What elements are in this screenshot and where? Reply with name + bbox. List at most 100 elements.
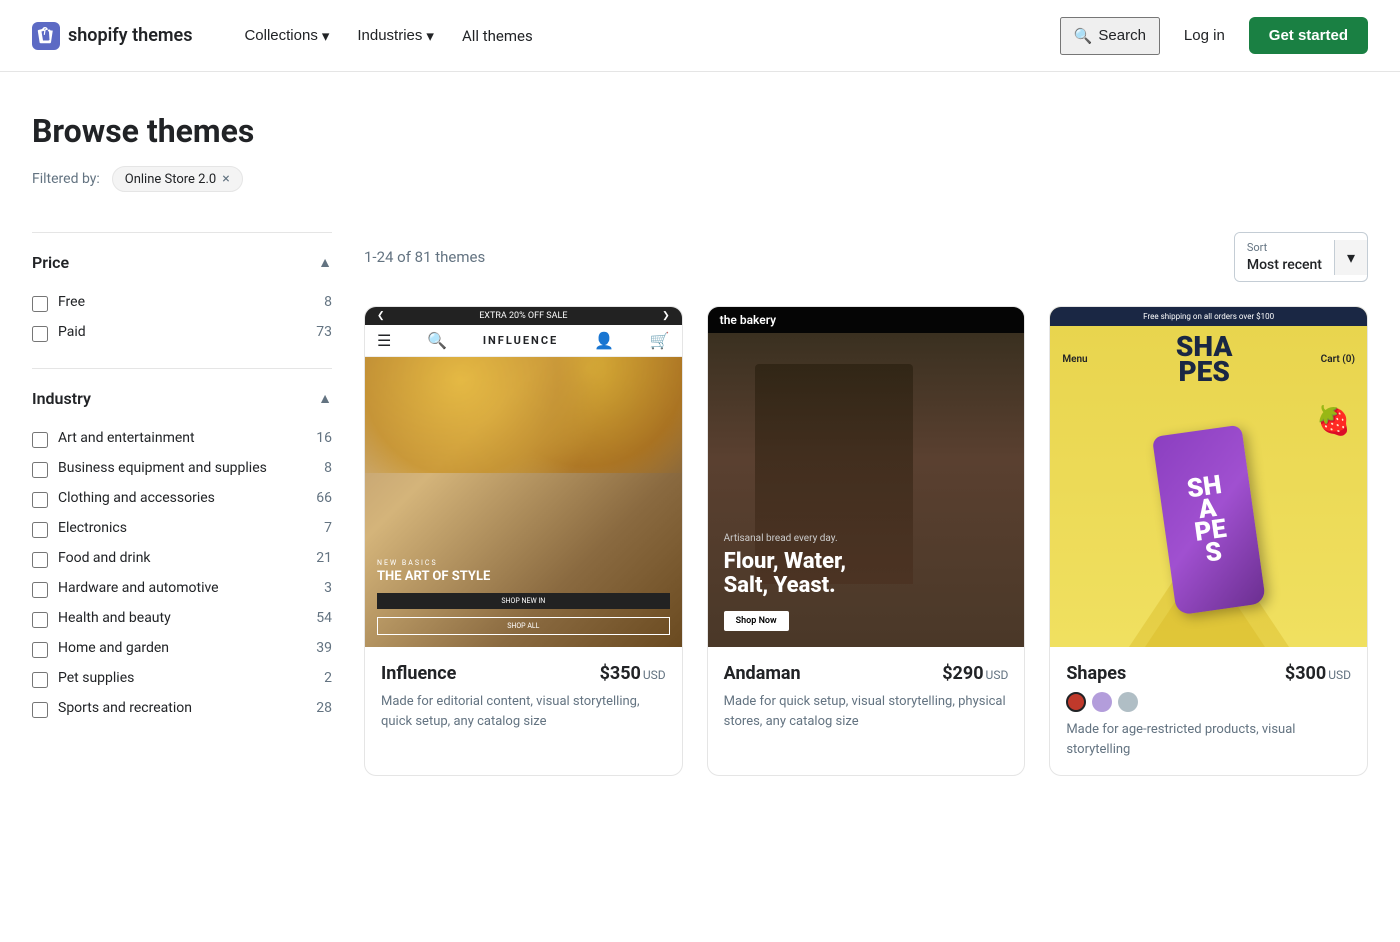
active-filter-tag: Online Store 2.0 × bbox=[112, 166, 243, 192]
filter-item-electronics[interactable]: Electronics 7 bbox=[32, 514, 332, 544]
login-button[interactable]: Log in bbox=[1172, 19, 1237, 52]
theme-name-shapes: Shapes bbox=[1066, 663, 1126, 684]
filter-item-free[interactable]: Free 8 bbox=[32, 288, 332, 318]
filter-checkbox-paid[interactable] bbox=[32, 326, 48, 342]
sort-dropdown[interactable]: Sort Most recent ▾ bbox=[1234, 232, 1368, 282]
filter-checkbox-9[interactable] bbox=[32, 702, 48, 718]
filter-checkbox-1[interactable] bbox=[32, 462, 48, 478]
color-swatch-red[interactable] bbox=[1066, 692, 1086, 712]
filter-item-clothing-and-accessories[interactable]: Clothing and accessories 66 bbox=[32, 484, 332, 514]
theme-card-shapes: Free shipping on all orders over $100 Me… bbox=[1049, 306, 1368, 776]
filter-checkbox-5[interactable] bbox=[32, 582, 48, 598]
chevron-down-icon: ▾ bbox=[426, 27, 434, 45]
theme-preview-shapes: Free shipping on all orders over $100 Me… bbox=[1050, 307, 1367, 647]
industry-filter-items: Art and entertainment 16 Business equipm… bbox=[32, 424, 332, 724]
page-title: Browse themes bbox=[32, 112, 1368, 150]
get-started-button[interactable]: Get started bbox=[1249, 17, 1368, 54]
page-content: Browse themes Filtered by: Online Store … bbox=[0, 72, 1400, 776]
industry-section-title: Industry bbox=[32, 389, 91, 408]
theme-card-andaman: the bakery Artisanal bread every day. Fl… bbox=[707, 306, 1026, 776]
theme-desc-influence: Made for editorial content, visual story… bbox=[381, 692, 666, 731]
search-icon: 🔍 bbox=[1074, 27, 1093, 45]
logo-text: shopify themes bbox=[68, 25, 192, 46]
color-swatch-purple[interactable] bbox=[1092, 692, 1112, 712]
nav-links: Collections ▾ Industries ▾ All themes bbox=[232, 19, 1059, 53]
chevron-down-icon: ▾ bbox=[322, 27, 330, 45]
filter-row: Filtered by: Online Store 2.0 × bbox=[32, 166, 1368, 192]
theme-card-header-shapes: Shapes $300USD bbox=[1066, 663, 1351, 684]
theme-card-influence: ❮ EXTRA 20% OFF SALE ❯ ☰ 🔍 INFLUENCE 👤 🛒 bbox=[364, 306, 683, 776]
price-chevron-icon: ▲ bbox=[318, 254, 332, 271]
shapes-nav: Menu SHA PES Cart (0) bbox=[1050, 326, 1367, 392]
shapes-color-swatches bbox=[1066, 692, 1351, 712]
logo[interactable]: shopify themes bbox=[32, 22, 192, 50]
filter-label: Filtered by: bbox=[32, 171, 100, 187]
price-filter-items: Free 8 Paid 73 bbox=[32, 288, 332, 348]
influence-menu-icon: ☰ bbox=[377, 331, 391, 350]
theme-card-header-influence: Influence $350USD bbox=[381, 663, 666, 684]
search-button[interactable]: 🔍 Search bbox=[1060, 17, 1160, 55]
remove-filter-button[interactable]: × bbox=[222, 171, 229, 187]
influence-nav: ☰ 🔍 INFLUENCE 👤 🛒 bbox=[365, 325, 682, 357]
industry-chevron-icon: ▲ bbox=[318, 390, 332, 407]
navigation: shopify themes Collections ▾ Industries … bbox=[0, 0, 1400, 72]
influence-topbar: ❮ EXTRA 20% OFF SALE ❯ bbox=[365, 307, 682, 325]
industry-section-header[interactable]: Industry ▲ bbox=[32, 389, 332, 408]
theme-card-body-shapes: Shapes $300USD Made for age-restricted p… bbox=[1050, 647, 1367, 775]
nav-actions: 🔍 Search Log in Get started bbox=[1060, 17, 1368, 55]
filter-checkbox-free[interactable] bbox=[32, 296, 48, 312]
theme-price-andaman: $290USD bbox=[942, 663, 1008, 684]
filter-item-home-and-garden[interactable]: Home and garden 39 bbox=[32, 634, 332, 664]
theme-card-header-andaman: Andaman $290USD bbox=[724, 663, 1009, 684]
influence-cart-icon: 🛒 bbox=[650, 331, 670, 350]
filter-checkbox-8[interactable] bbox=[32, 672, 48, 688]
filter-checkbox-7[interactable] bbox=[32, 642, 48, 658]
price-section-title: Price bbox=[32, 253, 69, 272]
filter-item-hardware-and-automotive[interactable]: Hardware and automotive 3 bbox=[32, 574, 332, 604]
main-layout: Price ▲ Free 8 Paid 73 bbox=[32, 232, 1368, 776]
shopify-logo-icon bbox=[32, 22, 60, 50]
theme-desc-shapes: Made for age-restricted products, visual… bbox=[1066, 720, 1351, 759]
filter-item-paid[interactable]: Paid 73 bbox=[32, 318, 332, 348]
theme-name-influence: Influence bbox=[381, 663, 456, 684]
theme-price-shapes: $300USD bbox=[1285, 663, 1351, 684]
theme-card-body-influence: Influence $350USD Made for editorial con… bbox=[365, 647, 682, 747]
filter-checkbox-2[interactable] bbox=[32, 492, 48, 508]
price-filter-section: Price ▲ Free 8 Paid 73 bbox=[32, 232, 332, 368]
theme-preview-influence: ❮ EXTRA 20% OFF SALE ❯ ☰ 🔍 INFLUENCE 👤 🛒 bbox=[365, 307, 682, 647]
andaman-header: the bakery bbox=[708, 307, 1025, 333]
nav-industries[interactable]: Industries ▾ bbox=[345, 19, 446, 53]
sort-label-section: Sort Most recent bbox=[1235, 233, 1334, 281]
filter-item-health-and-beauty[interactable]: Health and beauty 54 bbox=[32, 604, 332, 634]
sort-value: Most recent bbox=[1247, 257, 1322, 273]
sort-chevron-icon: ▾ bbox=[1334, 240, 1367, 275]
shapes-berry-icon: 🍓 bbox=[1316, 404, 1351, 437]
filter-checkbox-3[interactable] bbox=[32, 522, 48, 538]
influence-user-icon: 👤 bbox=[594, 331, 614, 350]
theme-name-andaman: Andaman bbox=[724, 663, 801, 684]
themes-count: 1-24 of 81 themes bbox=[364, 248, 485, 266]
filter-item-art-and-entertainment[interactable]: Art and entertainment 16 bbox=[32, 424, 332, 454]
sidebar: Price ▲ Free 8 Paid 73 bbox=[32, 232, 332, 776]
sort-label: Sort bbox=[1247, 241, 1322, 254]
active-filter-label: Online Store 2.0 bbox=[125, 172, 216, 187]
nav-collections[interactable]: Collections ▾ bbox=[232, 19, 341, 53]
themes-grid: ❮ EXTRA 20% OFF SALE ❯ ☰ 🔍 INFLUENCE 👤 🛒 bbox=[364, 306, 1368, 776]
filter-checkbox-4[interactable] bbox=[32, 552, 48, 568]
filter-item-pet-supplies[interactable]: Pet supplies 2 bbox=[32, 664, 332, 694]
influence-search-icon: 🔍 bbox=[427, 331, 447, 350]
theme-price-influence: $350USD bbox=[600, 663, 666, 684]
price-section-header[interactable]: Price ▲ bbox=[32, 253, 332, 272]
filter-checkbox-6[interactable] bbox=[32, 612, 48, 628]
theme-preview-andaman: the bakery Artisanal bread every day. Fl… bbox=[708, 307, 1025, 647]
filter-item-business-equipment-and-supplies[interactable]: Business equipment and supplies 8 bbox=[32, 454, 332, 484]
filter-item-sports-and-recreation[interactable]: Sports and recreation 28 bbox=[32, 694, 332, 724]
industry-filter-section: Industry ▲ Art and entertainment 16 Busi… bbox=[32, 368, 332, 744]
theme-card-body-andaman: Andaman $290USD Made for quick setup, vi… bbox=[708, 647, 1025, 747]
nav-all-themes[interactable]: All themes bbox=[450, 19, 545, 53]
content-header: 1-24 of 81 themes Sort Most recent ▾ bbox=[364, 232, 1368, 282]
theme-desc-andaman: Made for quick setup, visual storytellin… bbox=[724, 692, 1009, 731]
filter-item-food-and-drink[interactable]: Food and drink 21 bbox=[32, 544, 332, 574]
filter-checkbox-0[interactable] bbox=[32, 432, 48, 448]
color-swatch-gray[interactable] bbox=[1118, 692, 1138, 712]
